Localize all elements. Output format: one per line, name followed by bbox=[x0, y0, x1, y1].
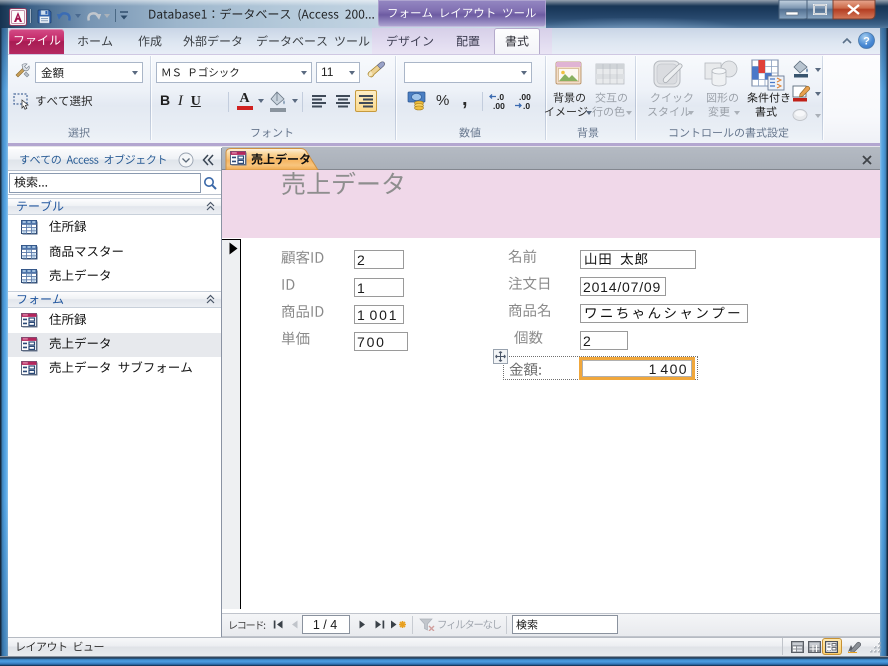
svg-text:.0: .0 bbox=[523, 101, 530, 110]
svg-text:.00: .00 bbox=[493, 101, 505, 110]
svg-text:?: ? bbox=[863, 36, 870, 48]
